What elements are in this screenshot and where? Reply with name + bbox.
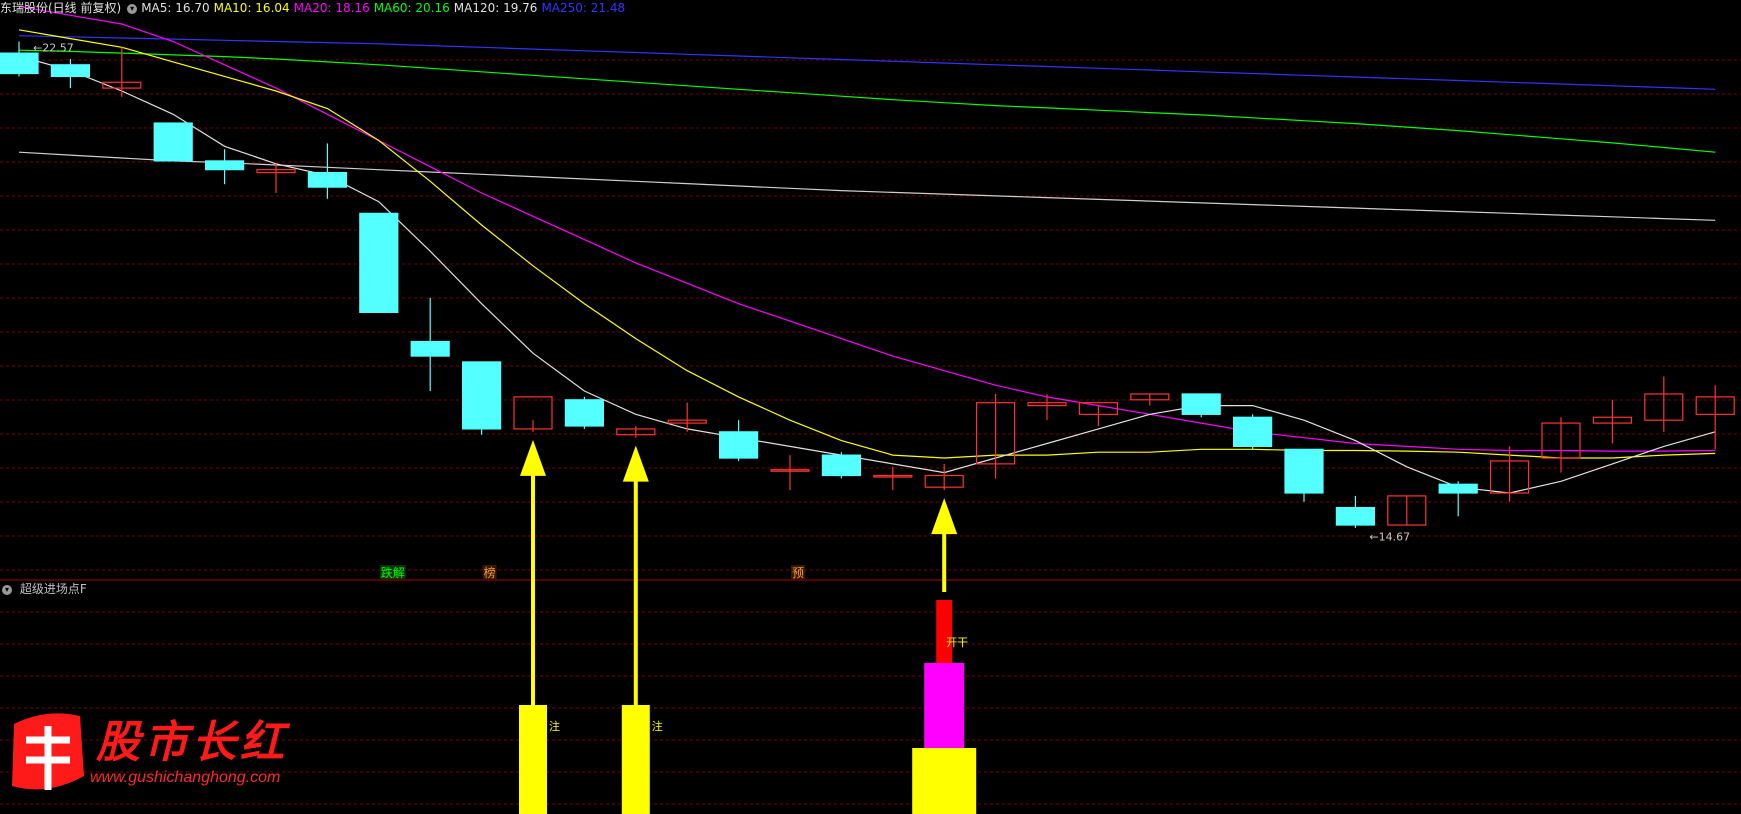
brand-logo: 股市长红 www.gushichanghong.com bbox=[6, 706, 306, 796]
kline-chart[interactable]: ←22.57 ←14.67 跌解 榜 预注 注 开干 bbox=[0, 0, 1741, 814]
collapse-circle-icon[interactable]: ▾ bbox=[2, 584, 12, 595]
signal-bar-base bbox=[912, 748, 977, 814]
ma-label-0: MA5: 16.70 bbox=[141, 1, 210, 15]
price-extreme-label: ←14.67 bbox=[1369, 531, 1410, 544]
signal-tag: 跌解 bbox=[381, 565, 405, 580]
signal-tag: 榜 bbox=[484, 565, 496, 580]
brand-url[interactable]: www.gushichanghong.com bbox=[90, 769, 280, 787]
price-extreme-label: ←22.57 bbox=[33, 41, 74, 54]
signal-bar bbox=[519, 705, 547, 814]
signal-bar-top bbox=[936, 600, 953, 663]
candle-down bbox=[153, 122, 193, 162]
candle-down bbox=[307, 171, 347, 188]
sub-panel-header: ▾ 超级进场点F bbox=[2, 581, 87, 597]
signal-arrow-head bbox=[520, 439, 546, 476]
ma-label-4: MA120: 19.76 bbox=[453, 1, 538, 15]
candle-down bbox=[410, 340, 450, 357]
signal-tag: 预 bbox=[792, 566, 804, 580]
candle-down bbox=[1181, 393, 1221, 415]
signal-arrow-head bbox=[622, 445, 649, 482]
candle-down bbox=[359, 212, 399, 313]
signal-bar-label: 注 bbox=[652, 719, 663, 733]
candle-down bbox=[50, 64, 91, 78]
ma5-line bbox=[18, 55, 1716, 494]
ma-label-1: MA10: 16.04 bbox=[213, 1, 290, 15]
dropdown-circle-icon[interactable]: ▾ bbox=[127, 3, 138, 14]
candle-down bbox=[1335, 506, 1376, 526]
signal-bar-label: 开干 bbox=[946, 636, 968, 649]
signal-bar bbox=[621, 705, 650, 814]
signal-bar-label: 注 bbox=[549, 719, 560, 733]
ma-label-2: MA20: 18.16 bbox=[293, 1, 370, 15]
candle-down bbox=[462, 361, 502, 430]
signal-bar-mid bbox=[924, 663, 965, 748]
candle-down bbox=[1438, 483, 1478, 494]
candle-down bbox=[718, 431, 759, 459]
ma-label-5: MA250: 21.48 bbox=[541, 1, 626, 15]
bull-logo-icon bbox=[12, 713, 84, 790]
candle-down bbox=[821, 454, 862, 477]
chart-header: 东瑞股份(日线 前复权) ▾ MA5: 16.70 MA10: 16.04 MA20: … bbox=[0, 0, 633, 16]
brand-name: 股市长红 bbox=[96, 717, 288, 768]
ma60-line bbox=[18, 49, 1716, 153]
candle-down bbox=[1232, 416, 1273, 447]
stock-title[interactable]: 东瑞股份(日线 前复权) bbox=[0, 1, 121, 15]
ma20-line bbox=[18, 5, 1716, 452]
ma250-line bbox=[18, 35, 1716, 90]
candle-down bbox=[1284, 448, 1324, 494]
candle-down bbox=[205, 160, 245, 171]
sub-panel-title[interactable]: 超级进场点F bbox=[20, 582, 87, 596]
candle-down bbox=[564, 399, 605, 427]
ma-label-3: MA60: 20.16 bbox=[373, 1, 450, 15]
signal-arrow-head bbox=[931, 498, 958, 535]
candle-down bbox=[0, 52, 39, 75]
